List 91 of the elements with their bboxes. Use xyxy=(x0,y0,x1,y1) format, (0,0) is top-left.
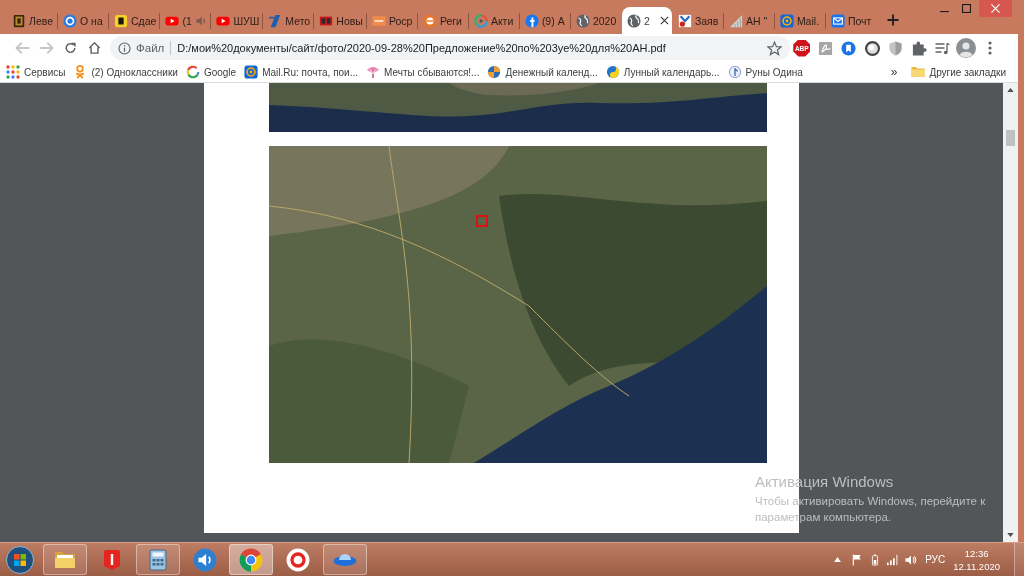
scrollbar[interactable] xyxy=(1003,83,1018,542)
fan-icon xyxy=(366,65,381,79)
arrow-right-icon xyxy=(38,42,54,54)
browser-tab[interactable]: АН " xyxy=(723,7,774,34)
speaker-icon xyxy=(192,547,217,572)
browser-tab[interactable]: Заяв xyxy=(672,7,723,34)
globe-icon xyxy=(575,13,590,28)
browser-tab[interactable]: Почт xyxy=(825,7,876,34)
bookmark-item[interactable]: Мечты сбываются!... xyxy=(362,62,484,82)
minimize-icon xyxy=(939,11,949,13)
browser-tab[interactable]: Сдае xyxy=(109,7,160,34)
bookmark-icon xyxy=(841,40,857,56)
scroll-down-icon[interactable] xyxy=(1007,533,1014,537)
rune-icon xyxy=(727,65,742,79)
shield-icon xyxy=(888,40,904,56)
round-logo-icon xyxy=(285,547,310,572)
bookmark-item[interactable]: Mail.Ru: почта, пои... xyxy=(240,62,363,82)
bookmark-item[interactable]: Google xyxy=(181,62,241,82)
flag-icon[interactable] xyxy=(851,553,864,566)
info-icon xyxy=(118,41,131,55)
taskbar-app[interactable] xyxy=(43,544,87,575)
menu-icon xyxy=(987,41,992,55)
avatar-icon xyxy=(956,38,977,58)
browser-tab[interactable]: Новы xyxy=(314,7,366,34)
logo-tile-icon xyxy=(677,13,692,28)
disc-logo-icon xyxy=(487,65,502,79)
clock-time[interactable]: 12:36 xyxy=(964,546,989,560)
disc-logo-icon xyxy=(524,13,539,28)
bookmark-item[interactable]: Руны Одина xyxy=(723,62,807,82)
browser-tab[interactable]: Леве xyxy=(7,7,57,34)
bookmark-item[interactable]: Лунный календарь... xyxy=(601,62,724,82)
site-info-button[interactable]: Файл xyxy=(118,41,165,55)
signal-bars-icon[interactable] xyxy=(887,553,900,566)
arrow-left-icon xyxy=(14,42,30,54)
marker-icon xyxy=(476,215,488,227)
browser-tab[interactable]: Акти xyxy=(468,7,519,34)
ring-logo-icon xyxy=(473,13,488,28)
ring-tile-icon xyxy=(244,65,259,79)
yin-yang-icon xyxy=(605,65,620,79)
browser-tab[interactable]: Роср xyxy=(366,7,417,34)
folder-icon xyxy=(911,65,926,79)
bookmark-item[interactable]: Сервисы xyxy=(2,62,70,82)
browser-tab[interactable]: 2 xyxy=(621,7,672,34)
tile-logo-icon xyxy=(114,13,128,28)
disc-logo-icon xyxy=(422,13,437,28)
clock-date[interactable]: 12.11.2020 xyxy=(953,559,1000,573)
round-logo-icon xyxy=(239,547,264,572)
browser-tab[interactable]: Мето xyxy=(263,7,314,34)
language-indicator[interactable]: РУС xyxy=(925,554,946,565)
browser-tab[interactable]: Реги xyxy=(417,7,468,34)
slash-logo-icon xyxy=(268,13,283,28)
browser-tab[interactable]: 2020 xyxy=(570,7,621,34)
triangle-logo-icon xyxy=(728,13,743,28)
plus-icon xyxy=(886,14,899,26)
close-icon xyxy=(991,4,1000,13)
home-icon xyxy=(86,42,102,54)
browser-tab[interactable]: Mail. xyxy=(774,7,825,34)
scroll-up-icon[interactable] xyxy=(1007,88,1014,92)
speaker-icon[interactable] xyxy=(905,553,918,566)
url-text: D:/мои%20документы/сайт/фото/2020-09-28%20Предложение%20по%203уе%20для%20АН.pdf xyxy=(177,42,666,54)
ring-tile-icon xyxy=(779,13,794,28)
caret-up-icon[interactable] xyxy=(834,557,842,562)
apps-grid-icon xyxy=(6,65,20,79)
maximize-icon xyxy=(961,4,971,13)
book-icon xyxy=(12,13,26,28)
more-bookmarks-button[interactable]: » xyxy=(886,62,902,82)
ring-logo-icon xyxy=(63,13,77,28)
taskbar-app[interactable] xyxy=(136,544,181,575)
address-bar[interactable]: Файл D:/мои%20документы/сайт/фото/2020-09-28%20Предложение%20по%203уе%20для%20АН.pdf xyxy=(110,36,790,60)
browser-tab[interactable]: О на xyxy=(58,7,108,34)
taskbar-app[interactable] xyxy=(229,544,274,575)
puzzle-icon xyxy=(911,40,927,56)
close-icon[interactable] xyxy=(659,16,669,25)
playlist-icon xyxy=(935,40,951,56)
close-button[interactable] xyxy=(979,0,1012,17)
globe-icon xyxy=(626,13,641,28)
scrollbar-thumb[interactable] xyxy=(1006,130,1015,146)
document-icon xyxy=(817,40,833,56)
circle-icon xyxy=(864,40,880,56)
browser-tab[interactable]: (1 xyxy=(160,7,211,34)
bookmark-item[interactable]: (2) Одноклассники xyxy=(69,62,182,82)
profile-button[interactable] xyxy=(954,36,978,60)
browser-tab[interactable]: ШУШ xyxy=(211,7,263,34)
envelope-icon xyxy=(830,13,845,28)
browser-tab[interactable]: (9) А xyxy=(519,7,570,34)
ring-logo-icon xyxy=(185,65,200,79)
bookmark-folder[interactable]: Другие закладки xyxy=(907,62,1010,82)
taskbar-app[interactable] xyxy=(322,544,367,575)
tile-logo-icon xyxy=(371,13,386,28)
start-orb-icon xyxy=(6,545,34,574)
bookmark-item[interactable]: Денежный календ... xyxy=(483,62,602,82)
